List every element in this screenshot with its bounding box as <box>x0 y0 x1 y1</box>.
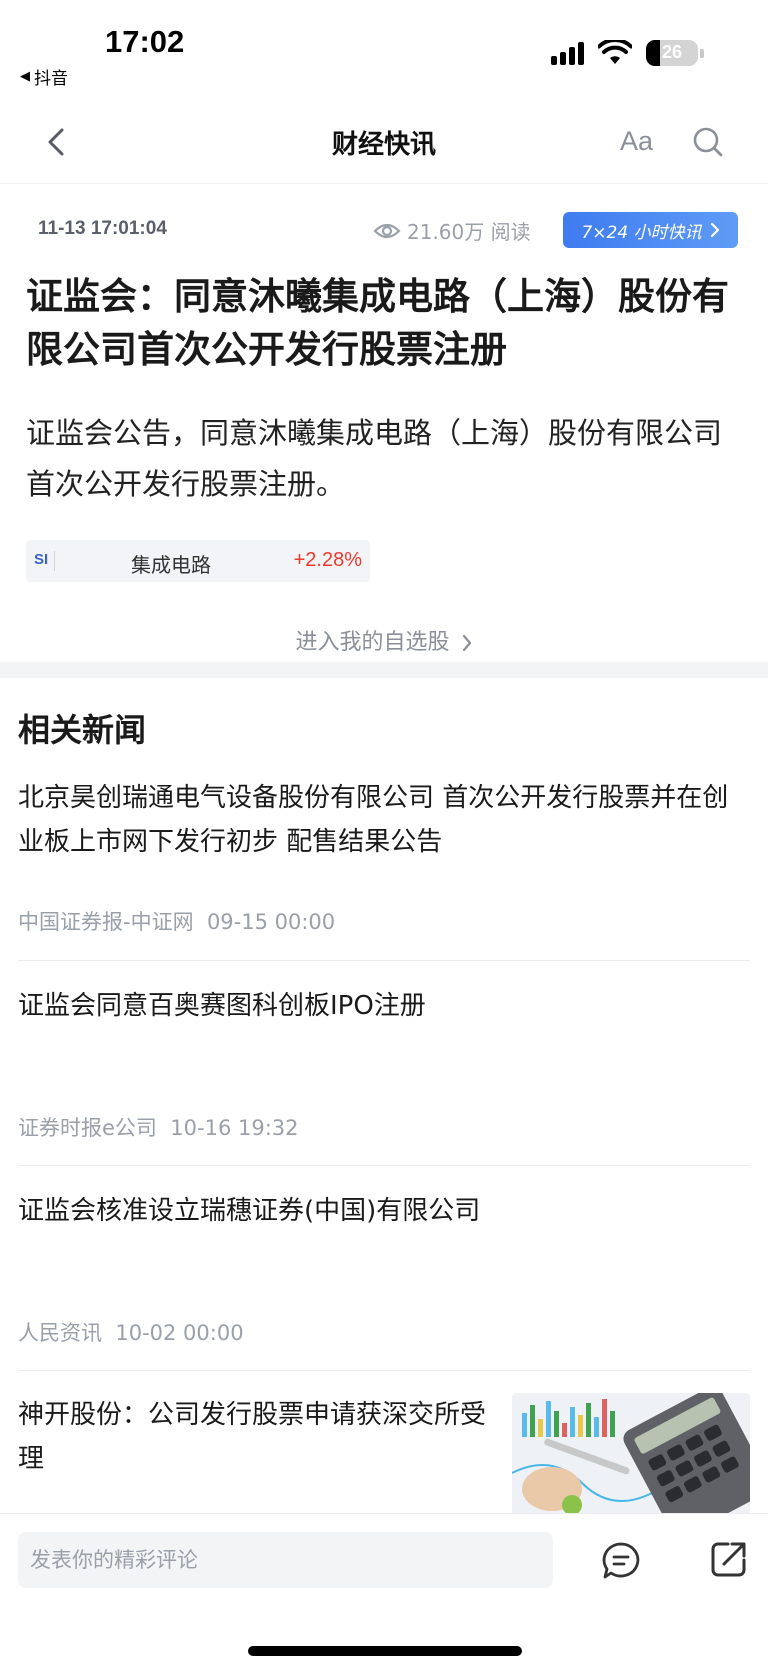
news-title: 北京昊创瑞通电气设备股份有限公司 首次公开发行股票并在创业板上市网下发行初步 配… <box>18 783 729 857</box>
news-title: 证监会核准设立瑞穗证券(中国)有限公司 <box>18 1196 481 1226</box>
status-time: 17:02 <box>105 24 185 59</box>
back-triangle-icon: ◀ <box>20 69 30 84</box>
news-time: 10-02 00:00 <box>115 1321 244 1345</box>
watchlist-link[interactable]: 进入我的自选股 <box>0 624 768 656</box>
font-size-button[interactable]: Aa <box>620 126 653 157</box>
views-label: 21.60万 阅读 <box>407 220 531 244</box>
news-item[interactable]: 北京昊创瑞通电气设备股份有限公司 首次公开发行股票并在创业板上市网下发行初步 配… <box>18 776 750 934</box>
chevron-right-icon <box>462 634 471 652</box>
battery-cap <box>700 49 704 58</box>
status-bar: 17:02 ◀ 抖音 26 <box>0 0 768 100</box>
news-time: 09-15 00:00 <box>206 910 336 934</box>
news-time: 10-16 19:32 <box>170 1116 299 1140</box>
news-source: 中国证券报-中证网 <box>18 910 194 934</box>
battery-icon: 26 <box>646 40 698 66</box>
stock-name: 集成电路 <box>131 553 211 577</box>
stock-change: +2.28% <box>293 549 362 571</box>
back-to-app-link[interactable]: ◀ 抖音 <box>20 64 68 89</box>
system-icons: 26 <box>551 40 698 66</box>
stock-chip[interactable]: SI 集成电路 +2.28% <box>26 540 370 582</box>
cellular-signal-icon <box>551 41 584 65</box>
news-meta: 人民资讯 10-02 00:00 <box>18 1317 244 1347</box>
news-title: 证监会同意百奥赛图科创板IPO注册 <box>18 991 426 1021</box>
section-divider <box>0 662 768 678</box>
stock-divider <box>54 551 55 571</box>
battery-level: 26 <box>661 42 683 62</box>
news-meta: 证券时报e公司 10-16 19:32 <box>18 1112 299 1142</box>
eye-icon <box>373 223 401 238</box>
news-source: 证券时报e公司 <box>18 1116 157 1140</box>
share-icon[interactable] <box>708 1538 750 1580</box>
news-item[interactable]: 神开股份：公司发行股票申请获深交所受理 <box>18 1393 488 1513</box>
news-divider <box>18 1165 750 1166</box>
news-divider <box>18 960 750 961</box>
watchlist-link-label: 进入我的自选股 <box>295 630 450 655</box>
home-indicator <box>248 1646 522 1656</box>
article-headline: 证监会：同意沐曦集成电路（上海）股份有限公司首次公开发行股票注册 <box>26 275 729 371</box>
news-divider <box>18 1370 750 1371</box>
wifi-icon <box>598 40 632 64</box>
badge-label: 7×24 小时快讯 <box>581 222 702 243</box>
article-summary: 证监会公告，同意沐曦集成电路（上海）股份有限公司首次公开发行股票注册。 <box>26 416 723 501</box>
article-views: 21.60万 阅读 <box>373 216 531 245</box>
related-news-title: 相关新闻 <box>18 711 147 749</box>
news-thumbnail-image[interactable] <box>512 1393 750 1515</box>
stock-code: SI <box>34 551 49 568</box>
live-news-badge[interactable]: 7×24 小时快讯 <box>563 212 738 248</box>
comment-icon[interactable] <box>600 1540 642 1582</box>
nav-bar: 财经快讯 Aa <box>0 100 768 184</box>
back-app-label: 抖音 <box>34 69 68 89</box>
news-title: 神开股份：公司发行股票申请获深交所受理 <box>18 1400 487 1474</box>
bottom-bar <box>0 1513 768 1669</box>
calculator-chart-image <box>512 1393 750 1515</box>
chevron-right-icon <box>710 222 719 238</box>
news-item[interactable]: 证监会核准设立瑞穗证券(中国)有限公司 人民资讯 10-02 00:00 <box>18 1189 750 1345</box>
news-source: 人民资讯 <box>18 1321 102 1345</box>
article-meta: 11-13 17:01:04 21.60万 阅读 7×24 小时快讯 <box>38 212 738 248</box>
news-meta: 中国证券报-中证网 09-15 00:00 <box>18 906 335 936</box>
search-icon[interactable] <box>690 124 726 160</box>
article-date: 11-13 17:01:04 <box>38 218 167 239</box>
comment-input[interactable] <box>18 1532 553 1588</box>
news-item[interactable]: 证监会同意百奥赛图科创板IPO注册 证券时报e公司 10-16 19:32 <box>18 984 750 1140</box>
